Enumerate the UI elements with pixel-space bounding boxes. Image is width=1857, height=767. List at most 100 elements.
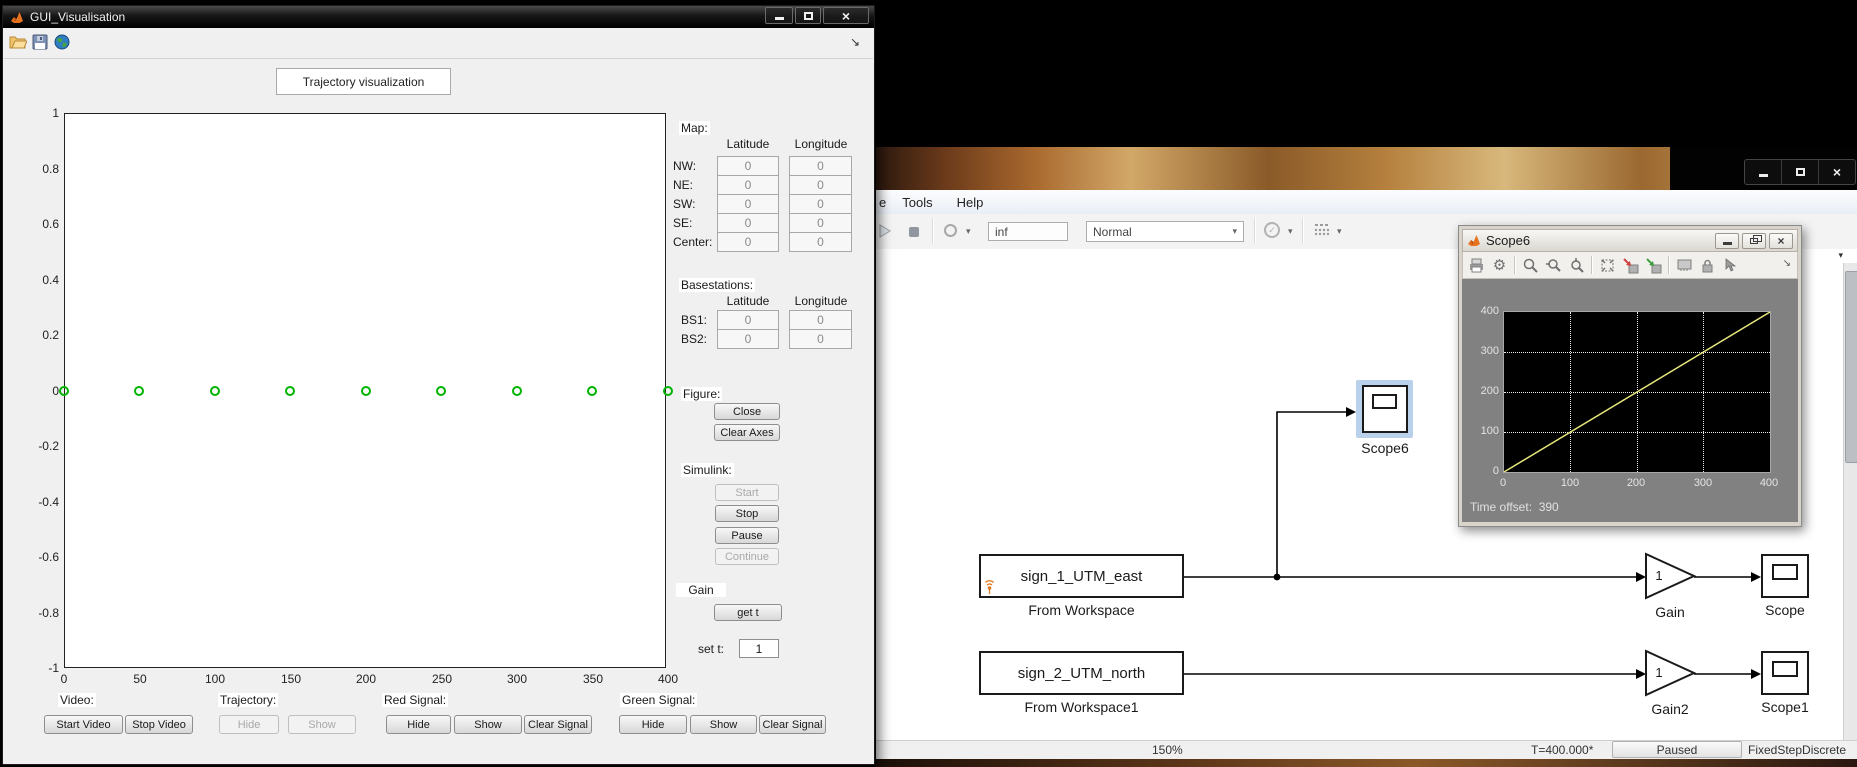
save-icon[interactable] [32,34,48,50]
gui-titlebar[interactable]: GUI_Visualisation × [3,6,874,28]
minimize-button[interactable] [765,7,793,24]
signal-selector-icon[interactable] [1722,257,1739,274]
scope-xtick: 300 [1685,477,1721,489]
from-workspace1-block[interactable]: sign_1_UTM_east [979,554,1184,598]
green-clear-signal-button[interactable]: Clear Signal [759,715,826,734]
ytick: 0 [19,384,59,398]
chevron-down-icon[interactable]: ▾ [1288,227,1293,236]
scope1-block[interactable] [1761,651,1809,695]
scope-ytick: 400 [1465,305,1499,317]
xtick: 400 [648,672,688,686]
zoom-x-icon[interactable] [1545,257,1562,274]
map-se-lon-field[interactable]: 0 [789,213,852,233]
lock-icon[interactable] [1699,257,1716,274]
simulink-start-button[interactable]: Start [715,484,779,501]
stop-time-input[interactable]: inf [988,222,1068,241]
maximize-button[interactable] [795,7,821,24]
map-row-label: SE: [673,216,692,230]
sim-state-badge: Paused [1612,741,1742,758]
simulink-continue-button[interactable]: Continue [715,548,779,565]
stepping-options-icon[interactable] [1313,223,1331,239]
red-hide-button[interactable]: Hide [386,715,451,734]
record-icon[interactable] [944,224,957,237]
simulink-pause-button[interactable]: Pause [715,527,779,544]
trajectory-marker [210,386,220,396]
autoscale-icon[interactable] [1599,257,1616,274]
restore-axes-settings-icon[interactable] [1645,257,1662,274]
scope6-block[interactable] [1362,385,1408,433]
trajectory-hide-button[interactable]: Hide [219,715,279,734]
sim-mode-select[interactable]: Normal ▾ [1086,221,1244,242]
globe-icon[interactable] [54,34,70,50]
scrollbar-thumb[interactable] [1845,271,1857,463]
close-button[interactable]: × [1819,160,1855,184]
print-icon[interactable] [1468,257,1485,274]
minimize-icon [775,17,784,20]
menu-item-partial[interactable]: e [876,195,890,210]
green-show-button[interactable]: Show [690,715,757,734]
red-show-button[interactable]: Show [454,715,522,734]
stop-video-button[interactable]: Stop Video [125,715,193,734]
play-icon[interactable] [877,223,893,239]
scope-ytick: 100 [1465,425,1499,437]
stop-icon[interactable] [909,227,919,237]
bs1-lat-field[interactable]: 0 [717,310,779,330]
clear-axes-button[interactable]: Clear Axes [714,424,780,441]
bs1-lon-field[interactable]: 0 [789,310,852,330]
canvas-vertical-scrollbar[interactable] [1843,263,1857,740]
map-center-lon-field[interactable]: 0 [789,232,852,252]
close-button[interactable]: × [1769,233,1793,249]
map-sw-lon-field[interactable]: 0 [789,194,852,214]
maximize-icon [1796,168,1805,176]
trajectory-marker [285,386,295,396]
bs-row-label: BS2: [681,332,707,346]
scope6-axes[interactable] [1503,311,1771,473]
update-diagram-icon[interactable]: ✓ [1264,222,1280,238]
map-sw-lat-field[interactable]: 0 [717,194,779,214]
red-clear-signal-button[interactable]: Clear Signal [524,715,592,734]
green-hide-button[interactable]: Hide [619,715,687,734]
zoom-y-icon[interactable] [1568,257,1585,274]
collapse-bar-arrow-icon[interactable]: ▾ [1838,250,1843,261]
menu-item-help[interactable]: Help [945,195,996,210]
map-se-lat-field[interactable]: 0 [717,213,779,233]
scope6-titlebar[interactable]: Scope6 × [1462,229,1798,252]
map-ne-lon-field[interactable]: 0 [789,175,852,195]
bs2-lon-field[interactable]: 0 [789,329,852,349]
scope-screen-icon [1372,394,1397,409]
trajectory-show-button[interactable]: Show [288,715,356,734]
from-workspace2-block[interactable]: sign_2_UTM_north [979,651,1184,695]
zoom-icon[interactable] [1522,257,1539,274]
minimize-button[interactable] [1745,160,1782,184]
bs-col-longitude: Longitude [777,294,865,308]
overflow-arrow-icon[interactable]: ↘ [1783,258,1791,269]
bs2-lat-field[interactable]: 0 [717,329,779,349]
scope-ytick: 200 [1465,385,1499,397]
ytick: 1 [19,106,59,120]
plot-header-box: Trajectory visualization [276,68,451,95]
map-ne-lat-field[interactable]: 0 [717,175,779,195]
maximize-button[interactable] [1782,160,1819,184]
gain1-value: 1 [1650,568,1668,583]
start-video-button[interactable]: Start Video [44,715,123,734]
set-t-field[interactable]: 1 [739,639,779,658]
scope-ytick: 0 [1465,465,1499,477]
chevron-down-icon[interactable]: ▾ [1337,227,1342,236]
map-nw-lon-field[interactable]: 0 [789,156,852,176]
menu-item-tools[interactable]: Tools [890,195,944,210]
save-axes-settings-icon[interactable] [1622,257,1639,274]
scope-block[interactable] [1761,554,1809,598]
open-folder-icon[interactable] [9,34,27,50]
gear-icon[interactable]: ⚙ [1491,257,1508,274]
map-center-lat-field[interactable]: 0 [717,232,779,252]
restore-button[interactable] [1742,233,1766,249]
chevron-down-icon[interactable]: ▾ [966,227,971,236]
dock-figure-arrow-icon[interactable]: ↘ [850,35,860,49]
close-button[interactable]: × [823,7,869,24]
minimize-button[interactable] [1715,233,1739,249]
simulink-stop-button[interactable]: Stop [715,505,779,522]
close-figure-button[interactable]: Close [714,403,780,420]
float-scope-icon[interactable] [1676,257,1693,274]
get-t-button[interactable]: get t [714,604,782,621]
map-nw-lat-field[interactable]: 0 [717,156,779,176]
